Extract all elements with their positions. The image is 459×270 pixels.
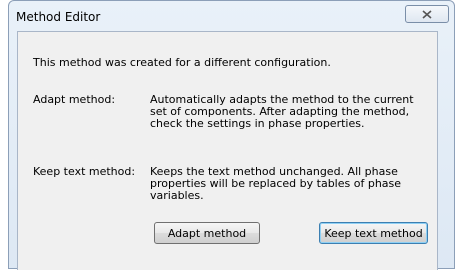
message-text: This method was created for a different … <box>33 56 331 69</box>
dialog-title: Method Editor <box>16 10 101 24</box>
close-x-icon <box>422 9 432 19</box>
close-button[interactable] <box>405 5 449 23</box>
adapt-method-button[interactable]: Adapt method <box>154 222 260 244</box>
method-editor-dialog: Method Editor This method was created fo… <box>8 0 455 270</box>
dialog-content: This method was created for a different … <box>17 31 438 270</box>
title-bar[interactable]: Method Editor <box>9 1 454 31</box>
adapt-method-label: Adapt method: <box>33 93 116 106</box>
adapt-method-description: Automatically adapts the method to the c… <box>150 93 414 130</box>
keep-text-method-description: Keeps the text method unchanged. All pha… <box>150 165 402 202</box>
keep-text-method-label: Keep text method: <box>33 165 136 178</box>
keep-text-method-button[interactable]: Keep text method <box>319 222 428 244</box>
